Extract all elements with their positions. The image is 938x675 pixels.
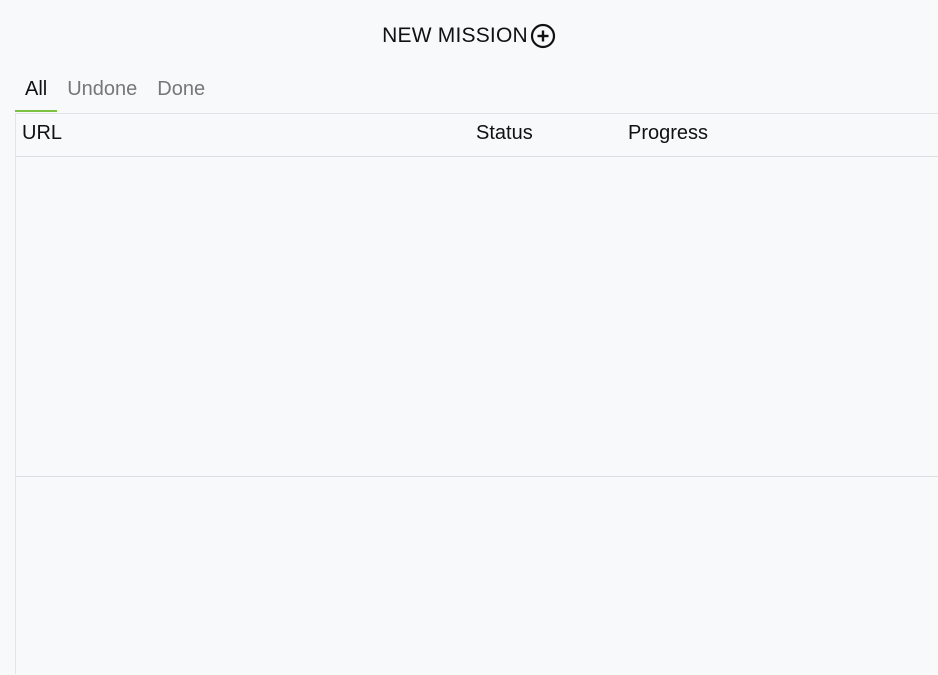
tab-undone[interactable]: Undone (57, 74, 147, 108)
column-header-progress[interactable]: Progress (628, 122, 708, 145)
new-mission-button[interactable]: NEW MISSION (382, 23, 556, 49)
column-header-url[interactable]: URL (22, 122, 62, 145)
mission-table: URL Status Progress (15, 113, 938, 674)
tab-all[interactable]: All (15, 74, 58, 112)
header: NEW MISSION (0, 20, 938, 52)
plus-circle-icon (530, 23, 556, 49)
detail-panel (16, 477, 938, 675)
tab-done[interactable]: Done (147, 74, 215, 108)
tab-bar: All Undone Done (15, 74, 215, 112)
new-mission-label: NEW MISSION (382, 24, 528, 47)
table-body (16, 157, 938, 477)
column-header-status[interactable]: Status (476, 122, 533, 145)
table-header: URL Status Progress (16, 114, 938, 157)
